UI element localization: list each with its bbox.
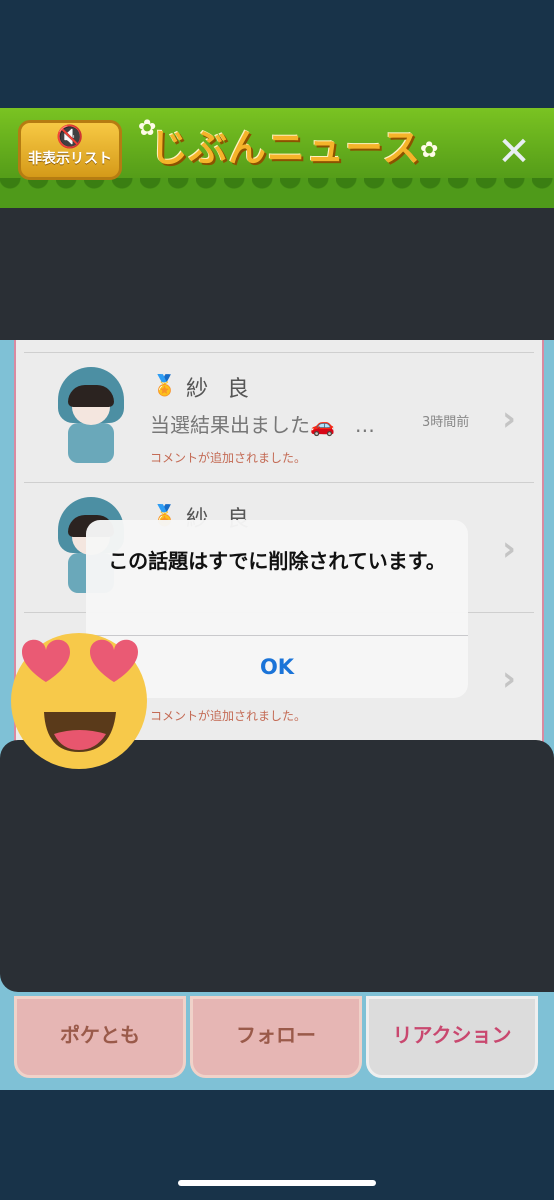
post-message: 当選結果出ました🚗 … (150, 413, 375, 437)
tab-reaction[interactable]: リアクション (366, 996, 538, 1078)
chevron-right-icon: › (502, 659, 517, 699)
avatar (52, 367, 130, 463)
hidden-list-label: 非表示リスト (28, 151, 112, 167)
user-name: 紗 良 (186, 377, 255, 402)
comment-note: コメントが追加されました。 (150, 709, 307, 723)
redaction-block (0, 740, 554, 992)
chevron-right-icon: › (502, 399, 517, 439)
flower-icon: ✿ (420, 138, 439, 163)
redaction-block (0, 208, 554, 340)
header-bar: 🔇 非表示リスト ✿ じぶんニュース ✿ (0, 108, 554, 208)
heart-eyes-emoji-icon (11, 633, 147, 769)
home-indicator[interactable] (178, 1180, 376, 1186)
hidden-list-button[interactable]: 🔇 非表示リスト (18, 120, 122, 180)
chevron-right-icon: › (502, 529, 517, 569)
medal-icon: 🏅 (152, 373, 177, 397)
grass-decoration (0, 178, 554, 208)
close-icon[interactable]: ✕ (492, 130, 536, 174)
mute-icon: 🔇 (56, 125, 84, 150)
tab-poketomo[interactable]: ポケとも (14, 996, 186, 1078)
timestamp: 3時間前 (422, 415, 470, 430)
list-item[interactable]: 🏅 紗 良 当選結果出ました🚗 … 3時間前 › コメントが追加されました。 (24, 352, 534, 481)
tab-bar: ポケとも フォロー リアクション (14, 996, 540, 1086)
alert-message: この話題はすでに削除されています。 (108, 549, 446, 573)
page-title: じぶんニュース (150, 126, 422, 170)
tab-follow[interactable]: フォロー (190, 996, 362, 1078)
comment-note: コメントが追加されました。 (150, 451, 307, 465)
